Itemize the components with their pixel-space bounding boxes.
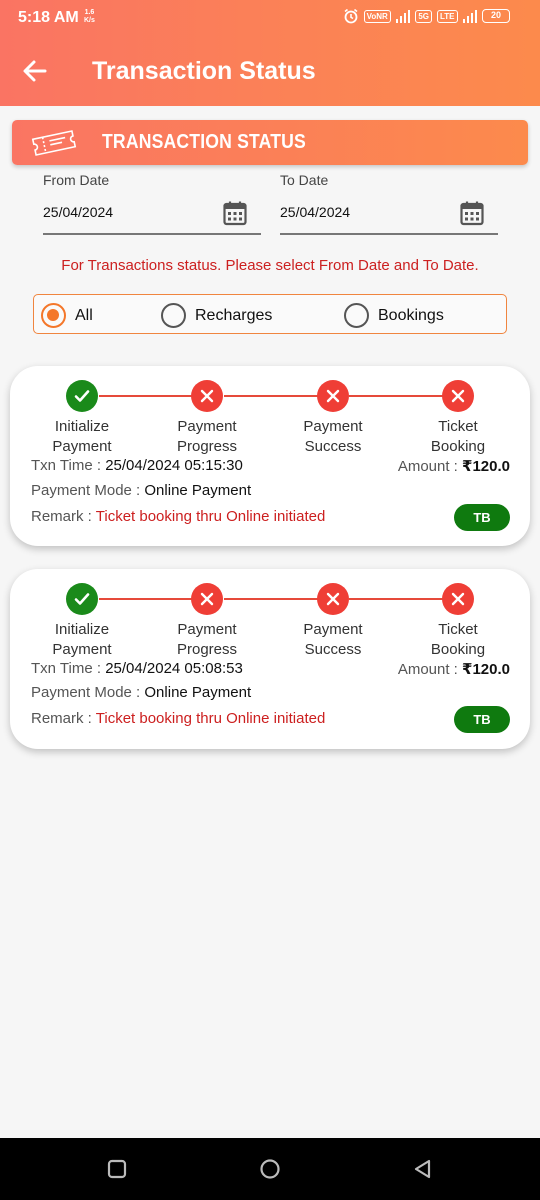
radio-bookings[interactable]: Bookings xyxy=(344,303,444,328)
recents-icon[interactable] xyxy=(106,1158,128,1180)
radio-all[interactable]: All xyxy=(41,303,93,328)
transaction-card[interactable]: Initialize Payment Payment Progress Paymen… xyxy=(10,569,530,749)
back-button[interactable] xyxy=(20,56,50,86)
close-icon xyxy=(191,380,223,412)
radio-unselected-icon xyxy=(344,303,369,328)
close-icon xyxy=(191,583,223,615)
amount-value: ₹120.0 xyxy=(462,458,510,475)
banner-title: TRANSACTION STATUS xyxy=(102,131,306,153)
step-initialize-payment: Initialize Payment xyxy=(27,380,137,457)
calendar-icon[interactable] xyxy=(223,200,247,226)
status-badge[interactable]: TB xyxy=(454,706,510,733)
payment-mode-row: Payment Mode : Online Payment xyxy=(31,684,252,701)
step-ticket-booking: Ticket Booking xyxy=(403,380,513,457)
section-banner: TRANSACTION STATUS xyxy=(12,120,528,165)
page-title: Transaction Status xyxy=(92,57,316,85)
step-label: Ticket Booking xyxy=(430,418,486,455)
type-filter-group: All Recharges Bookings xyxy=(33,294,507,334)
step-label: Payment Progress xyxy=(176,621,238,658)
radio-selected-icon xyxy=(41,303,66,328)
from-date-value[interactable]: 25/04/2024 xyxy=(43,204,113,220)
close-icon xyxy=(317,583,349,615)
status-badge[interactable]: TB xyxy=(454,504,510,531)
step-label: Initialize Payment xyxy=(52,621,112,658)
payment-mode-value: Online Payment xyxy=(144,684,252,701)
step-initialize-payment: Initialize Payment xyxy=(27,583,137,660)
amount-row: Amount : ₹120.0 xyxy=(397,661,510,678)
status-time: 5:18 AM xyxy=(18,9,79,26)
network-speed: 1.6 K/s xyxy=(84,9,95,24)
txn-time-value: 25/04/2024 05:15:30 xyxy=(105,457,243,474)
status-icons: VoNR 5G LTE 20 xyxy=(343,8,510,24)
remark-value: Ticket booking thru Online initiated xyxy=(95,710,326,727)
step-payment-success: Payment Success xyxy=(278,583,388,660)
step-payment-progress: Payment Progress xyxy=(152,583,262,660)
radio-recharges[interactable]: Recharges xyxy=(161,303,272,328)
arrow-left-icon xyxy=(23,60,47,82)
close-icon xyxy=(442,583,474,615)
step-label: Payment Progress xyxy=(176,418,238,455)
step-label: Ticket Booking xyxy=(430,621,486,658)
radio-unselected-icon xyxy=(161,303,186,328)
check-icon xyxy=(66,380,98,412)
check-icon xyxy=(66,583,98,615)
lte-badge: LTE xyxy=(436,9,458,23)
close-icon xyxy=(317,380,349,412)
txn-time-row: Txn Time : 25/04/2024 05:08:53 xyxy=(31,660,243,677)
vonr-badge: VoNR xyxy=(363,9,391,23)
5g-badge: 5G xyxy=(415,9,432,23)
remark-value: Ticket booking thru Online initiated xyxy=(95,508,326,525)
amount-row: Amount : ₹120.0 xyxy=(397,458,510,475)
close-icon xyxy=(442,380,474,412)
step-label: Payment Success xyxy=(303,621,363,658)
step-payment-progress: Payment Progress xyxy=(152,380,262,457)
step-label: Initialize Payment xyxy=(52,418,112,455)
status-bar: 5:18 AM 1.6 K/s VoNR 5G LTE 20 xyxy=(0,0,540,36)
payment-mode-row: Payment Mode : Online Payment xyxy=(31,482,252,499)
system-nav-bar xyxy=(0,1138,540,1200)
to-date-underline xyxy=(280,233,498,235)
from-date-label: From Date xyxy=(43,172,110,188)
radio-bookings-label: Bookings xyxy=(378,306,444,324)
transaction-card[interactable]: Initialize Payment Payment Progress Paymen… xyxy=(10,366,530,546)
back-nav-icon[interactable] xyxy=(412,1158,434,1180)
step-label: Payment Success xyxy=(303,418,363,455)
amount-value: ₹120.0 xyxy=(462,661,510,678)
home-icon[interactable] xyxy=(258,1158,282,1180)
radio-recharges-label: Recharges xyxy=(195,306,273,324)
txn-time-value: 25/04/2024 05:08:53 xyxy=(105,660,243,677)
signal-icon-2 xyxy=(462,9,477,23)
payment-mode-value: Online Payment xyxy=(144,482,252,499)
battery-icon: 20 xyxy=(482,9,510,23)
to-date-label: To Date xyxy=(280,172,329,188)
calendar-icon[interactable] xyxy=(460,200,484,226)
remark-row: Remark : Ticket booking thru Online init… xyxy=(31,710,326,727)
step-ticket-booking: Ticket Booking xyxy=(403,583,513,660)
app-header: 5:18 AM 1.6 K/s VoNR 5G LTE 20 Transacti… xyxy=(0,0,540,106)
radio-all-label: All xyxy=(75,306,93,324)
from-date-underline xyxy=(43,233,261,235)
signal-icon xyxy=(395,9,411,23)
to-date-value[interactable]: 25/04/2024 xyxy=(280,204,350,220)
date-hint-text: For Transactions status. Please select F… xyxy=(61,257,479,274)
step-payment-success: Payment Success xyxy=(278,380,388,457)
ticket-icon xyxy=(31,130,77,156)
txn-time-row: Txn Time : 25/04/2024 05:15:30 xyxy=(31,457,243,474)
remark-row: Remark : Ticket booking thru Online init… xyxy=(31,508,326,525)
alarm-icon xyxy=(344,8,358,24)
